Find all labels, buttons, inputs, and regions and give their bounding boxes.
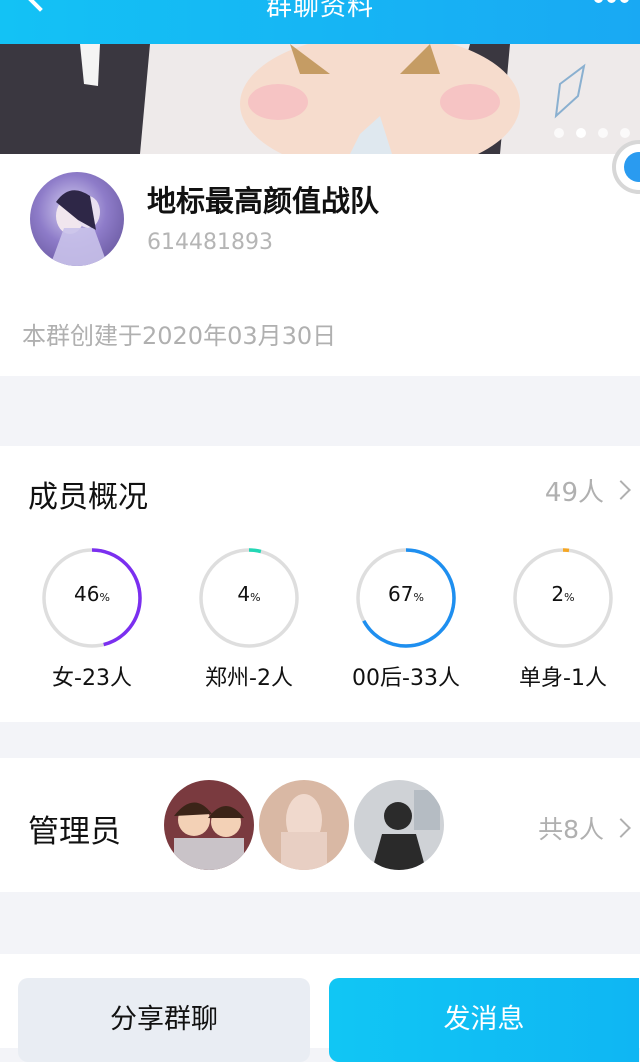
stat-label: 单身-1人 [519,666,607,691]
admin-total: 共8人 [538,815,604,844]
stat-label: 郑州-2人 [205,666,293,691]
group-avatar[interactable] [30,172,124,266]
stat-relationship[interactable]: 2% 单身-1人 [508,546,618,692]
carousel-dot [620,128,630,138]
stat-percent: 2% [551,582,575,606]
members-section-title: 成员概况 [28,480,148,515]
admin-avatar[interactable] [354,780,444,870]
stat-percent: 4% [237,582,261,606]
chevron-right-icon [611,818,631,838]
page-title: 群聊资料 [265,0,374,22]
group-banner-image[interactable] [0,44,640,154]
admin-card[interactable]: 管理员 共8人 [0,758,640,892]
carousel-dot [554,128,564,138]
stat-location[interactable]: 4% 郑州-2人 [194,546,304,692]
nav-bar: 群聊资料 [0,0,640,44]
admin-avatar[interactable] [164,780,254,870]
carousel-dot-active [576,128,586,138]
carousel-dot [598,128,608,138]
send-message-button[interactable]: 发消息 [329,978,639,1062]
members-overview-card[interactable]: 成员概况 49人 46% 女-23人 4% 郑州-2人 67% 00后-33人 … [0,446,640,722]
member-count: 49人 [544,478,604,508]
group-info-card: 地标最高颜值战队 614481893 本群创建于2020年03月30日 [0,144,640,376]
bottom-action-bar: 分享群聊 发消息 [0,954,640,1062]
group-number[interactable]: 614481893 [147,230,273,255]
group-created-date: 本群创建于2020年03月30日 [22,322,337,350]
admin-section-title: 管理员 [28,814,121,850]
more-options-icon[interactable] [594,0,630,6]
banner-illustration [0,44,640,154]
stat-age[interactable]: 67% 00后-33人 [351,546,461,692]
stat-label: 女-23人 [52,666,132,691]
admin-avatar[interactable] [259,780,349,870]
share-group-button[interactable]: 分享群聊 [18,978,310,1062]
stat-percent: 67% [388,582,424,606]
carousel-indicator[interactable] [554,128,630,138]
group-name: 地标最高颜值战队 [147,184,380,218]
stat-label: 00后-33人 [352,666,460,691]
stat-gender[interactable]: 46% 女-23人 [37,546,147,692]
chevron-right-icon [611,480,631,500]
stat-percent: 46% [74,582,110,606]
